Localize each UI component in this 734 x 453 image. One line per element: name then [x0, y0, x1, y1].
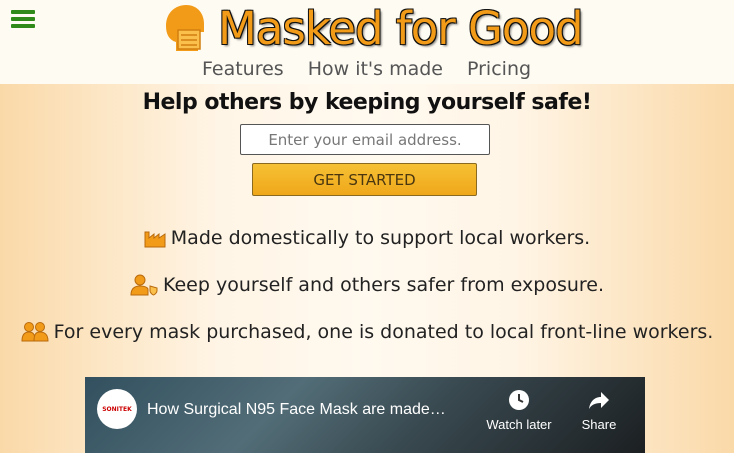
share-label: Share — [581, 417, 617, 432]
factory-icon — [144, 231, 166, 248]
email-input[interactable] — [240, 124, 490, 155]
watch-later-button[interactable]: Watch later — [484, 389, 554, 432]
channel-name: SONITEK — [102, 405, 132, 413]
site-header: Masked for Good Features How it's made P… — [0, 0, 734, 84]
video-title[interactable]: How Surgical N95 Face Mask are made… — [147, 401, 477, 419]
brand-logo[interactable]: Masked for Good — [158, 0, 584, 56]
feature-item: Made domestically to support local worke… — [0, 227, 734, 249]
get-started-button[interactable]: Get Started — [252, 163, 477, 196]
video-embed[interactable]: SONITEK How Surgical N95 Face Mask are m… — [85, 377, 645, 453]
nav-link-features[interactable]: Features — [202, 58, 284, 80]
channel-avatar[interactable]: SONITEK — [97, 389, 137, 429]
user-shield-icon — [130, 274, 158, 296]
share-button[interactable]: Share — [564, 389, 634, 432]
clock-icon — [509, 390, 529, 410]
feature-text: Keep yourself and others safer from expo… — [162, 274, 605, 296]
watch-later-label: Watch later — [486, 417, 552, 432]
main-nav: Features How it's made Pricing — [190, 58, 543, 80]
head-mask-icon — [166, 5, 204, 51]
feature-item: For every mask purchased, one is donated… — [0, 321, 734, 343]
feature-text: For every mask purchased, one is donated… — [53, 321, 714, 343]
share-arrow-icon — [589, 392, 609, 409]
feature-item: Keep yourself and others safer from expo… — [0, 274, 734, 296]
nav-link-how-its-made[interactable]: How it's made — [308, 58, 443, 80]
users-icon — [21, 322, 49, 342]
hero-headline: Help others by keeping yourself safe! — [142, 90, 592, 115]
feature-text: Made domestically to support local worke… — [170, 227, 591, 249]
brand-name: Masked for Good — [218, 1, 584, 55]
nav-link-pricing[interactable]: Pricing — [467, 58, 531, 80]
hero-section: Help others by keeping yourself safe! Ge… — [0, 84, 734, 453]
hamburger-menu-icon[interactable] — [9, 7, 37, 31]
